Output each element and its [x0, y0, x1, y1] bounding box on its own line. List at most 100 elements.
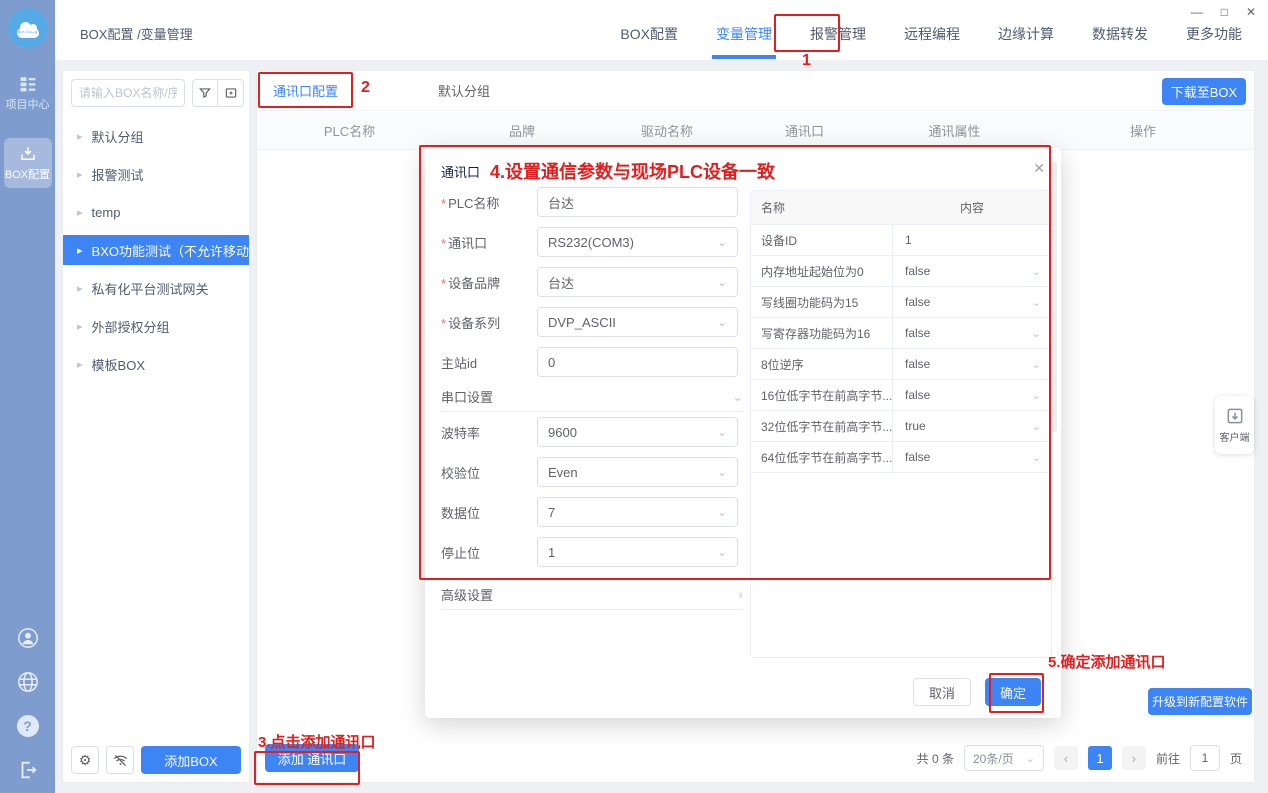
annotation-step5: 5.确定添加通讯口	[1048, 651, 1166, 672]
client-download-icon	[1225, 406, 1245, 426]
modal-scrollbar[interactable]	[1051, 162, 1057, 722]
settings-button[interactable]: ⚙	[71, 746, 99, 774]
rail-bottom-icons: ?	[17, 627, 39, 781]
wifi-off-icon	[113, 753, 128, 768]
nav-data-forwarding[interactable]: 数据转发	[1092, 24, 1148, 44]
tree-group-item[interactable]: ▸ 模板BOX	[63, 349, 249, 379]
left-rail: Box Config 项目中心 BOX配置 ?	[0, 0, 55, 793]
breadcrumb: BOX配置 /变量管理	[80, 24, 193, 43]
total-count: 共 0 条	[917, 750, 954, 767]
gear-icon: ⚙	[79, 752, 92, 769]
caret-right-icon: ▸	[77, 282, 83, 295]
annotation-step2: 2	[361, 79, 370, 97]
page-unit-label: 页	[1230, 750, 1242, 767]
prev-page-button[interactable]: ‹	[1054, 746, 1078, 770]
tree-group-label: 模板BOX	[92, 355, 145, 374]
annotation-box-step3	[254, 751, 360, 785]
rail-item-label: BOX配置	[5, 166, 50, 182]
box-tree-panel: ▸ 默认分组 ▸ 报警测试 ▸ temp ▸ BXO功能测试（不允许移动） ▸ …	[62, 70, 250, 783]
col-driver-name: 驱动名称	[602, 121, 732, 140]
annotation-box-step4	[419, 145, 1051, 580]
tree-group-item[interactable]: ▸ 外部授权分组	[63, 311, 249, 341]
tree-group-item[interactable]: ▸ temp	[63, 197, 249, 227]
project-grid-icon	[19, 75, 37, 93]
tree-footer: ⚙ 添加BOX	[71, 746, 241, 774]
tree-group-label: temp	[92, 205, 121, 220]
globe-icon[interactable]	[17, 671, 39, 693]
caret-right-icon: ▸	[77, 320, 83, 333]
pagination: 共 0 条 20条/页 ⌄ ‹ 1 › 前往 页	[917, 745, 1242, 771]
goto-label: 前往	[1156, 750, 1180, 767]
caret-right-icon: ▸	[77, 244, 83, 257]
minimize-icon[interactable]: —	[1191, 5, 1203, 19]
content-tab-row: 通讯口配置 默认分组	[257, 71, 1254, 111]
annotation-box-step2	[258, 72, 353, 108]
filter-button[interactable]	[192, 79, 218, 107]
logout-icon[interactable]	[17, 759, 39, 781]
nav-remote-programming[interactable]: 远程编程	[904, 24, 960, 44]
add-box-button[interactable]: 添加BOX	[141, 746, 241, 774]
offline-button[interactable]	[106, 746, 134, 774]
current-page-button[interactable]: 1	[1088, 746, 1112, 770]
app-logo[interactable]: Box Config	[8, 8, 48, 48]
col-plc-name: PLC名称	[257, 121, 442, 140]
maximize-icon[interactable]: □	[1221, 5, 1228, 19]
tree-search-row	[71, 79, 244, 107]
client-label: 客户端	[1220, 429, 1250, 444]
nav-box-config[interactable]: BOX配置	[620, 24, 678, 44]
group-tree: ▸ 默认分组 ▸ 报警测试 ▸ temp ▸ BXO功能测试（不允许移动） ▸ …	[63, 121, 249, 387]
goto-page-input[interactable]	[1190, 745, 1220, 771]
add-group-button[interactable]	[218, 79, 244, 107]
folder-plus-icon	[224, 86, 238, 100]
upgrade-config-button[interactable]: 升级到新配置软件	[1148, 688, 1252, 715]
top-nav: BOX配置 变量管理 报警管理 远程编程 边缘计算 数据转发 更多功能	[620, 24, 1242, 44]
tree-group-label: 私有化平台测试网关	[92, 279, 209, 298]
chevron-down-icon: ⌄	[1026, 752, 1035, 765]
next-page-button[interactable]: ›	[1122, 746, 1146, 770]
nav-edge-computing[interactable]: 边缘计算	[998, 24, 1054, 44]
annotation-box-step5	[989, 673, 1044, 713]
tree-group-label: 外部授权分组	[92, 317, 170, 336]
rail-item-project-center[interactable]: 项目中心	[4, 68, 52, 118]
chevron-right-icon: ›	[739, 587, 743, 602]
col-comm-props: 通讯属性	[877, 121, 1032, 140]
col-actions: 操作	[1032, 121, 1254, 140]
section-label: 高级设置	[441, 585, 493, 604]
annotation-step3: 3.点击添加通讯口	[258, 731, 376, 752]
download-tray-icon	[19, 145, 37, 163]
page-size-select[interactable]: 20条/页 ⌄	[964, 745, 1044, 771]
tree-group-label: BXO功能测试（不允许移动）	[92, 241, 262, 260]
rail-item-box-config[interactable]: BOX配置	[4, 138, 52, 188]
caret-right-icon: ▸	[77, 168, 83, 181]
download-to-box-button[interactable]: 下载至BOX	[1162, 78, 1246, 105]
annotation-step1: 1	[802, 52, 811, 70]
window-controls: — □ ✕	[1191, 5, 1256, 19]
tree-group-item[interactable]: ▸ 默认分组	[63, 121, 249, 151]
col-brand: 品牌	[442, 121, 602, 140]
header-bar: BOX配置 /变量管理 — □ ✕ BOX配置 变量管理 报警管理 远程编程 边…	[55, 0, 1268, 60]
nav-more-functions[interactable]: 更多功能	[1186, 24, 1242, 44]
user-icon[interactable]	[17, 627, 39, 649]
col-port: 通讯口	[732, 121, 877, 140]
tree-group-label: 报警测试	[92, 165, 144, 184]
page-size-value: 20条/页	[973, 750, 1014, 767]
logo-text: Box Config	[17, 29, 39, 34]
caret-right-icon: ▸	[77, 358, 83, 371]
tree-group-item[interactable]: ▸ 报警测试	[63, 159, 249, 189]
caret-right-icon: ▸	[77, 206, 83, 219]
cancel-button[interactable]: 取消	[913, 678, 971, 706]
tree-group-label: 默认分组	[92, 127, 144, 146]
advanced-settings-section[interactable]: 高级设置 ›	[441, 580, 743, 610]
close-window-icon[interactable]: ✕	[1246, 5, 1256, 19]
rail-item-label: 项目中心	[6, 96, 50, 112]
tab-default-group[interactable]: 默认分组	[438, 81, 490, 100]
caret-right-icon: ▸	[77, 130, 83, 143]
client-download-widget[interactable]: 客户端	[1215, 396, 1254, 454]
search-input[interactable]	[71, 79, 185, 107]
nav-variable-management[interactable]: 变量管理	[716, 24, 772, 44]
help-icon[interactable]: ?	[17, 715, 39, 737]
tree-group-item-selected[interactable]: ▸ BXO功能测试（不允许移动）	[63, 235, 249, 265]
tree-group-item[interactable]: ▸ 私有化平台测试网关	[63, 273, 249, 303]
annotation-box-step1	[774, 14, 840, 52]
cloud-icon: Box Config	[17, 28, 39, 38]
